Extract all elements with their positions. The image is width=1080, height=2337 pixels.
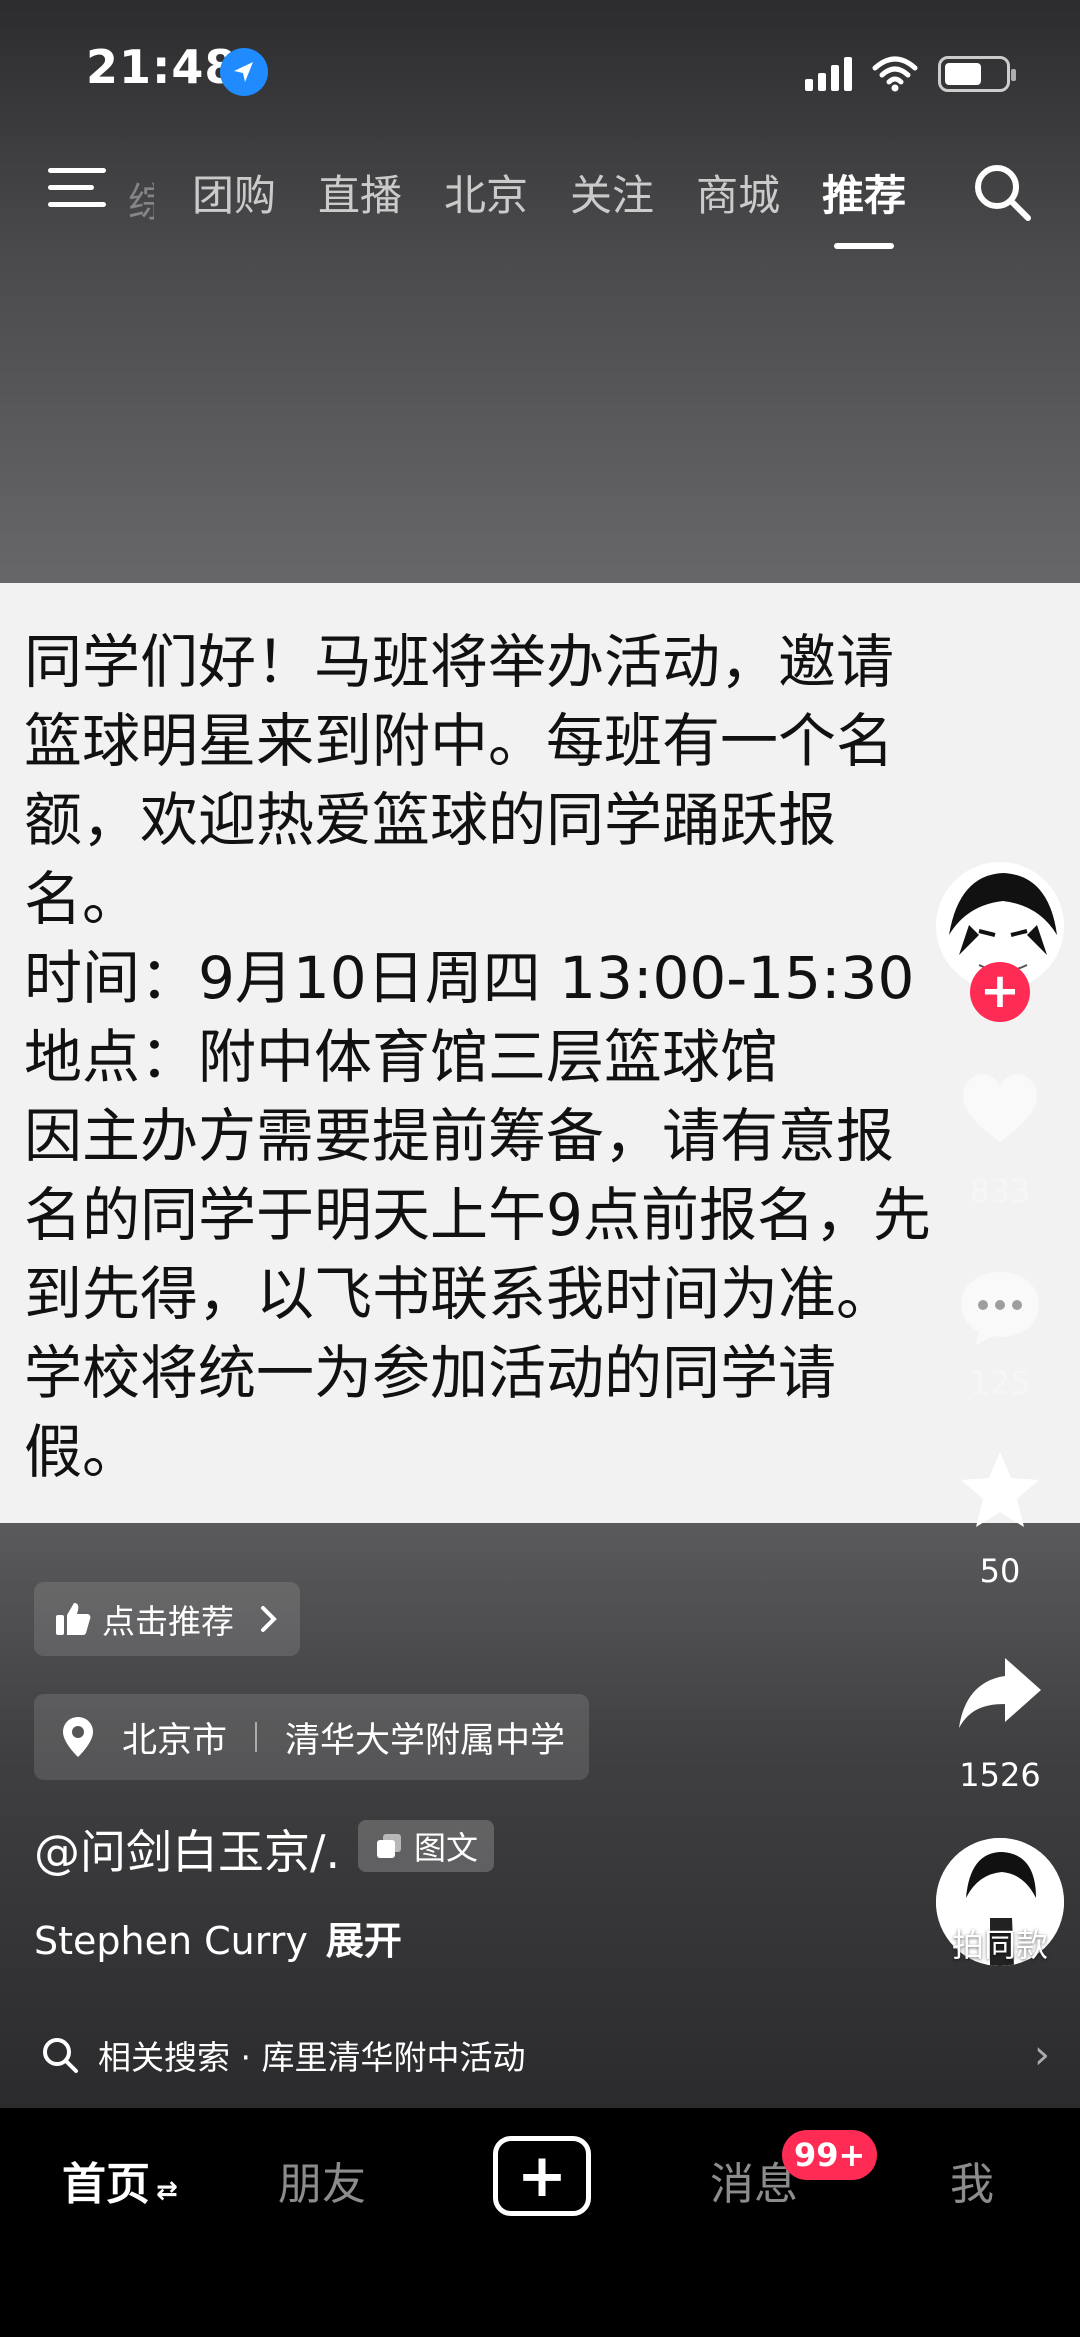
tab-mall[interactable]: 商城 <box>696 162 780 223</box>
messages-badge: 99+ <box>782 2130 878 2180</box>
post-line: 名。 <box>24 865 141 933</box>
post-line: 时间：9月10日周四 13:00-15:30 <box>24 944 915 1012</box>
author-name[interactable]: @问剑白玉京/. <box>34 1816 340 1882</box>
related-search[interactable]: 相关搜索 · 库里清华附中活动 › <box>40 2030 1050 2080</box>
post-line: 额，欢迎热爱篮球的同学踊跃报 <box>24 786 837 854</box>
post-line: 篮球明星来到附中。每班有一个名 <box>24 707 895 775</box>
share-icon[interactable] <box>955 1648 1045 1738</box>
related-search-text: 相关搜索 · 库里清华附中活动 <box>98 2038 526 2077</box>
status-time: 21:48 <box>86 40 238 94</box>
tab-group-buy[interactable]: 团购 <box>192 162 276 223</box>
post-line: 因主办方需要提前筹备，请有意报 <box>24 1102 895 1170</box>
location-arrow-icon <box>220 48 268 96</box>
location-separator <box>255 1722 258 1752</box>
post-line: 到先得，以飞书联系我时间为准。 <box>24 1260 895 1328</box>
image-text-label: 图文 <box>414 1829 479 1867</box>
recommend-label: 点击推荐 <box>102 1602 234 1641</box>
publish-button[interactable]: + <box>493 2136 591 2216</box>
tab-live[interactable]: 直播 <box>318 162 402 223</box>
signal-icon <box>805 57 852 91</box>
nav-friends[interactable]: 朋友 <box>278 2148 366 2212</box>
nav-home[interactable]: 首页 ⇄ <box>62 2148 178 2212</box>
tab-faded[interactable]: 综 <box>128 170 154 228</box>
location-place: 清华大学附属中学 <box>285 1720 566 1761</box>
heart-icon[interactable] <box>955 1062 1045 1152</box>
star-icon[interactable] <box>955 1446 1045 1536</box>
description-text: Stephen Curry <box>34 1919 308 1963</box>
post-line: 假。 <box>24 1418 141 1486</box>
image-text-icon <box>377 1834 401 1858</box>
post-line: 学校将统一为参加活动的同学请 <box>24 1339 837 1407</box>
nav-home-label: 首页 <box>62 2159 150 2210</box>
comment-count: 125 <box>969 1364 1031 1402</box>
tab-following[interactable]: 关注 <box>570 162 654 223</box>
expand-button[interactable]: 展开 <box>326 1919 402 1963</box>
nav-me[interactable]: 我 <box>950 2148 994 2212</box>
search-icon[interactable] <box>970 160 1034 224</box>
menu-icon[interactable] <box>48 168 106 216</box>
tab-beijing[interactable]: 北京 <box>444 162 528 223</box>
plus-icon: + <box>516 2141 568 2211</box>
share-count: 1526 <box>959 1756 1041 1794</box>
recommend-button[interactable]: 点击推荐 <box>34 1582 300 1656</box>
status-icons <box>805 52 1016 96</box>
wifi-icon <box>872 56 918 92</box>
post-description: Stephen Curry 展开 <box>34 1910 402 1965</box>
post-line: 名的同学于明天上午9点前报名，先 <box>24 1181 931 1249</box>
chevron-right-icon <box>261 1606 277 1632</box>
comment-icon[interactable] <box>955 1262 1045 1352</box>
post-line: 同学们好！马班将举办活动，邀请 <box>24 628 895 696</box>
top-tabs: 团购 直播 北京 关注 商城 推荐 <box>192 162 906 249</box>
location-city: 北京市 <box>122 1720 228 1761</box>
chevron-right-icon: › <box>1034 2032 1050 2078</box>
tab-recommend[interactable]: 推荐 <box>822 162 906 249</box>
search-icon <box>43 2038 78 2073</box>
image-text-badge: 图文 <box>358 1820 495 1872</box>
favorite-count: 50 <box>979 1552 1021 1590</box>
bottom-nav: 首页 ⇄ 朋友 + 消息 99+ 我 <box>0 2108 1080 2337</box>
post-line: 地点：附中体育馆三层篮球馆 <box>24 1023 779 1091</box>
like-count: 833 <box>969 1172 1031 1210</box>
post-image[interactable]: 同学们好！马班将举办活动，邀请 篮球明星来到附中。每班有一个名 额，欢迎热爱篮球… <box>0 583 1080 1523</box>
same-style-label[interactable]: 拍同款 <box>936 1920 1064 1966</box>
location-tag[interactable]: 北京市 清华大学附属中学 <box>34 1694 590 1780</box>
follow-button[interactable]: + <box>970 962 1030 1022</box>
refresh-icon: ⇄ <box>156 2176 178 2206</box>
map-pin-icon <box>63 1717 93 1757</box>
thumbs-up-icon <box>56 1603 91 1635</box>
battery-icon <box>938 56 1016 92</box>
